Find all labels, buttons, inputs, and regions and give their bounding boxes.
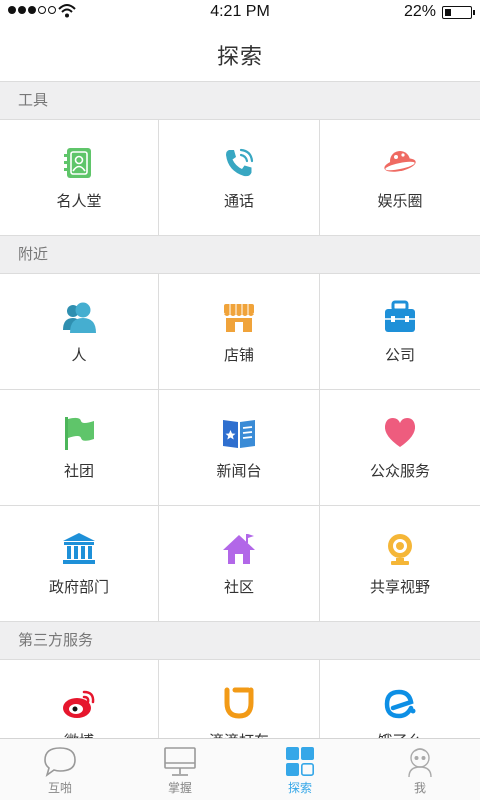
avatar-icon [408, 748, 432, 778]
grid-item-entertainment[interactable]: 娱乐圈 [320, 120, 480, 236]
grid-item-community[interactable]: 社区 [159, 506, 320, 622]
third-party-grid: 微博 滴滴打车 饿了么 [0, 660, 480, 738]
tab-bar: 互啪 掌握 探索 我 [0, 738, 480, 800]
grid-item-label: 人 [71, 347, 87, 364]
storefront-icon [224, 304, 254, 332]
status-bar: 4:21 PM 22% [0, 0, 480, 24]
people-icon [63, 302, 96, 333]
briefcase-icon [385, 300, 415, 332]
grid-item-label: 微博 [0, 730, 158, 738]
explore-list[interactable]: 工具 名人堂 通话 娱乐圈 附近 人 店铺 公司 社团 新闻台 公众服务 政府部… [0, 82, 480, 738]
chat-bubble-icon [44, 747, 76, 777]
eleme-icon [384, 689, 416, 719]
grid-item-label: 娱乐圈 [377, 193, 423, 210]
grid-item-label: 店铺 [223, 347, 254, 364]
tab-explore[interactable]: 探索 [240, 739, 360, 800]
battery-percent: 22% [403, 3, 436, 20]
flag-icon [65, 417, 94, 450]
grid-item-people[interactable]: 人 [0, 274, 159, 390]
grid-item-clubs[interactable]: 社团 [0, 390, 159, 506]
tools-grid: 名人堂 通话 娱乐圈 [0, 120, 480, 236]
webcam-icon [388, 534, 412, 565]
grid-item-didi[interactable]: 滴滴打车 [159, 660, 320, 738]
grid-item-label: 政府部门 [48, 579, 109, 596]
tab-label: 互啪 [47, 781, 72, 795]
phone-call-icon [226, 148, 254, 177]
battery-icon [442, 6, 475, 19]
grid-item-weibo[interactable]: 微博 [0, 660, 159, 738]
planet-icon [384, 151, 416, 172]
grid-item-shared-view[interactable]: 共享视野 [320, 506, 480, 622]
section-header-nearby: 附近 [0, 236, 480, 274]
tab-label: 探索 [287, 781, 312, 795]
grid-item-label: 滴滴打车 [159, 730, 319, 738]
grid-item-label: 公众服务 [369, 463, 430, 480]
grid-item-news-station[interactable]: 新闻台 [159, 390, 320, 506]
contacts-book-icon [64, 148, 91, 178]
grid-item-label: 名人堂 [56, 193, 102, 210]
grid-item-hall-of-fame[interactable]: 名人堂 [0, 120, 159, 236]
grid-item-eleme[interactable]: 饿了么 [320, 660, 480, 738]
section-header-third-party: 第三方服务 [0, 622, 480, 660]
government-building-icon [63, 533, 95, 564]
heart-icon [384, 418, 416, 447]
grid-item-label: 公司 [384, 347, 415, 364]
grid-apps-icon [286, 747, 314, 776]
grid-item-public-services[interactable]: 公众服务 [320, 390, 480, 506]
tab-me[interactable]: 我 [360, 739, 480, 800]
tab-master[interactable]: 掌握 [120, 739, 240, 800]
tab-huba[interactable]: 互啪 [0, 739, 120, 800]
grid-item-label: 社区 [223, 579, 254, 596]
grid-item-government[interactable]: 政府部门 [0, 506, 159, 622]
grid-item-label: 饿了么 [320, 730, 480, 738]
weibo-icon [63, 690, 95, 718]
grid-item-label: 社团 [63, 463, 94, 480]
house-icon [223, 534, 255, 564]
didi-icon [224, 687, 254, 719]
navigation-bar: 探索 [0, 24, 480, 82]
grid-item-label: 新闻台 [216, 463, 262, 480]
tab-label: 我 [413, 781, 426, 795]
monitor-icon [164, 747, 196, 776]
newspaper-icon [223, 420, 255, 448]
page-title: 探索 [216, 44, 263, 69]
nearby-grid: 人 店铺 公司 社团 新闻台 公众服务 政府部门 社区 共享视野 [0, 274, 480, 622]
tab-label: 掌握 [167, 781, 192, 795]
grid-item-shops[interactable]: 店铺 [159, 274, 320, 390]
grid-item-label: 共享视野 [369, 579, 430, 596]
grid-item-call[interactable]: 通话 [159, 120, 320, 236]
grid-item-label: 通话 [223, 193, 254, 210]
grid-item-companies[interactable]: 公司 [320, 274, 480, 390]
section-header-tools: 工具 [0, 82, 480, 120]
